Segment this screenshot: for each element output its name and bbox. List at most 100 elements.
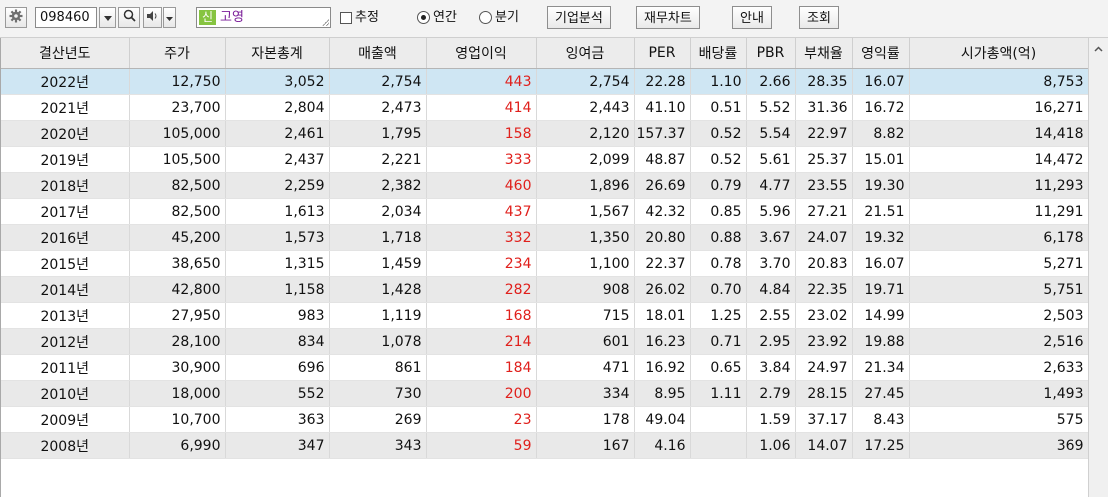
stock-name-field[interactable]: 신 고영	[196, 7, 331, 28]
table-cell: 26.02	[634, 276, 691, 303]
table-cell: 4.16	[634, 432, 691, 459]
sound-button[interactable]	[143, 7, 162, 28]
company-analysis-button[interactable]: 기업분석	[547, 6, 611, 29]
table-cell: 2,754	[329, 68, 427, 95]
table-cell: 22.28	[634, 68, 691, 95]
sound-dropdown-button[interactable]	[163, 7, 176, 28]
table-cell: 48.87	[634, 146, 691, 173]
table-cell: 2,503	[909, 302, 1089, 329]
table-cell: 22.97	[795, 120, 853, 147]
table-cell: 8,753	[909, 68, 1089, 95]
table-cell: 23.02	[795, 302, 853, 329]
table-row[interactable]: 2010년 18,000 552 730 200 334 8.95 1.11 2.79 28.15…	[1, 380, 1089, 407]
settings-button[interactable]	[5, 7, 27, 28]
table-cell: 552	[225, 380, 330, 407]
column-header[interactable]: 잉여금	[536, 38, 635, 69]
table-cell: 0.79	[690, 172, 747, 199]
table-cell: 601	[536, 328, 635, 355]
guide-button[interactable]: 안내	[732, 6, 772, 29]
table-cell: 4.77	[746, 172, 796, 199]
column-header[interactable]: 결산년도	[1, 38, 130, 69]
table-row[interactable]: 2019년 105,500 2,437 2,221 333 2,099 48.87 0.52 5…	[1, 146, 1089, 173]
table-row[interactable]: 2018년 82,500 2,259 2,382 460 1,896 26.69 0.79 4.…	[1, 172, 1089, 199]
table-cell: 178	[536, 406, 635, 433]
table-cell: 5,751	[909, 276, 1089, 303]
checkbox-box[interactable]	[340, 11, 352, 24]
column-header[interactable]: 부채율	[795, 38, 853, 69]
table-cell: 861	[329, 354, 427, 381]
table-cell: 1,493	[909, 380, 1089, 407]
table-cell: 2,382	[329, 172, 427, 199]
table-row[interactable]: 2011년 30,900 696 861 184 471 16.92 0.65 3.84 24.9…	[1, 354, 1089, 381]
table-cell: 2022년	[1, 68, 130, 95]
table-row[interactable]: 2015년 38,650 1,315 1,459 234 1,100 22.37 0.78 3.…	[1, 250, 1089, 277]
table-cell: 2.55	[746, 302, 796, 329]
table-row[interactable]: 2013년 27,950 983 1,119 168 715 18.01 1.25 2.55 23…	[1, 302, 1089, 329]
vertical-scrollbar[interactable]	[1088, 38, 1108, 497]
gear-icon	[9, 9, 23, 27]
table-row[interactable]: 2009년 10,700 363 269 23 178 49.04 1.59 37.17 8.43…	[1, 406, 1089, 433]
table-row[interactable]: 2021년 23,700 2,804 2,473 414 2,443 41.10 0.51 5.…	[1, 94, 1089, 121]
table-cell: 2017년	[1, 198, 130, 225]
table-cell: 59	[426, 432, 537, 459]
inquiry-button[interactable]: 조회	[799, 6, 839, 29]
column-header[interactable]: 시가총액(억)	[909, 38, 1089, 69]
table-cell: 2018년	[1, 172, 130, 199]
column-header[interactable]: PBR	[746, 38, 796, 69]
table-cell: 2,804	[225, 94, 330, 121]
resize-grip-icon[interactable]	[322, 19, 329, 26]
column-header[interactable]: 영업이익	[426, 38, 537, 69]
table-row[interactable]: 2017년 82,500 1,613 2,034 437 1,567 42.32 0.85 5.…	[1, 198, 1089, 225]
financial-grid[interactable]: 결산년도 주가 자본총계 매출액 영업이익 잉여금 PER 배당률 PBR 부채율 영익률 시가총액(…	[0, 38, 1089, 497]
table-row[interactable]: 2022년 12,750 3,052 2,754 443 2,754 22.28 1.10 2.…	[1, 68, 1089, 95]
table-cell: 3,052	[225, 68, 330, 95]
table-cell: 1.10	[690, 68, 747, 95]
table-cell: 6,990	[129, 432, 226, 459]
column-header[interactable]: 영익률	[852, 38, 910, 69]
table-cell: 1,718	[329, 224, 427, 251]
table-row[interactable]: 2008년 6,990 347 343 59 167 4.16 1.06 14.07 17.25 3…	[1, 432, 1089, 459]
radio-selected[interactable]	[417, 11, 430, 24]
table-cell: 41.10	[634, 94, 691, 121]
search-button[interactable]	[118, 7, 140, 28]
table-header-row: 결산년도 주가 자본총계 매출액 영업이익 잉여금 PER 배당률 PBR 부채율 영익률 시가총액(…	[1, 38, 1089, 69]
table-cell: 23	[426, 406, 537, 433]
table-cell: 0.88	[690, 224, 747, 251]
financial-chart-button[interactable]: 재무차트	[636, 6, 700, 29]
radio-unselected[interactable]	[479, 11, 492, 24]
column-header[interactable]: PER	[634, 38, 691, 69]
table-cell: 23.55	[795, 172, 853, 199]
table-row[interactable]: 2014년 42,800 1,158 1,428 282 908 26.02 0.70 4.84…	[1, 276, 1089, 303]
column-header[interactable]: 자본총계	[225, 38, 330, 69]
table-cell: 343	[329, 432, 427, 459]
table-row[interactable]: 2020년 105,000 2,461 1,795 158 2,120 157.37 0.52…	[1, 120, 1089, 147]
table-cell	[690, 406, 747, 433]
table-cell: 347	[225, 432, 330, 459]
table-cell: 414	[426, 94, 537, 121]
column-header[interactable]: 매출액	[329, 38, 427, 69]
table-cell: 82,500	[129, 198, 226, 225]
table-cell: 184	[426, 354, 537, 381]
table-cell: 2,034	[329, 198, 427, 225]
table-cell: 45,200	[129, 224, 226, 251]
table-cell: 26.69	[634, 172, 691, 199]
table-cell: 28.35	[795, 68, 853, 95]
table-cell: 28.15	[795, 380, 853, 407]
table-cell: 214	[426, 328, 537, 355]
table-cell: 443	[426, 68, 537, 95]
table-cell: 42,800	[129, 276, 226, 303]
column-header[interactable]: 배당률	[690, 38, 747, 69]
table-row[interactable]: 2016년 45,200 1,573 1,718 332 1,350 20.80 0.88 3.…	[1, 224, 1089, 251]
column-header[interactable]: 주가	[129, 38, 226, 69]
table-cell: 3.70	[746, 250, 796, 277]
estimate-checkbox[interactable]: 추정	[340, 7, 379, 28]
table-cell: 14,472	[909, 146, 1089, 173]
scroll-up-button[interactable]	[1089, 38, 1108, 58]
quarter-radio[interactable]: 분기	[479, 7, 519, 28]
table-cell: 2,633	[909, 354, 1089, 381]
table-cell: 908	[536, 276, 635, 303]
table-row[interactable]: 2012년 28,100 834 1,078 214 601 16.23 0.71 2.95 23…	[1, 328, 1089, 355]
annual-radio[interactable]: 연간	[417, 7, 457, 28]
stock-code-input[interactable]: 098460	[35, 7, 97, 28]
stock-code-dropdown-button[interactable]	[99, 7, 116, 28]
